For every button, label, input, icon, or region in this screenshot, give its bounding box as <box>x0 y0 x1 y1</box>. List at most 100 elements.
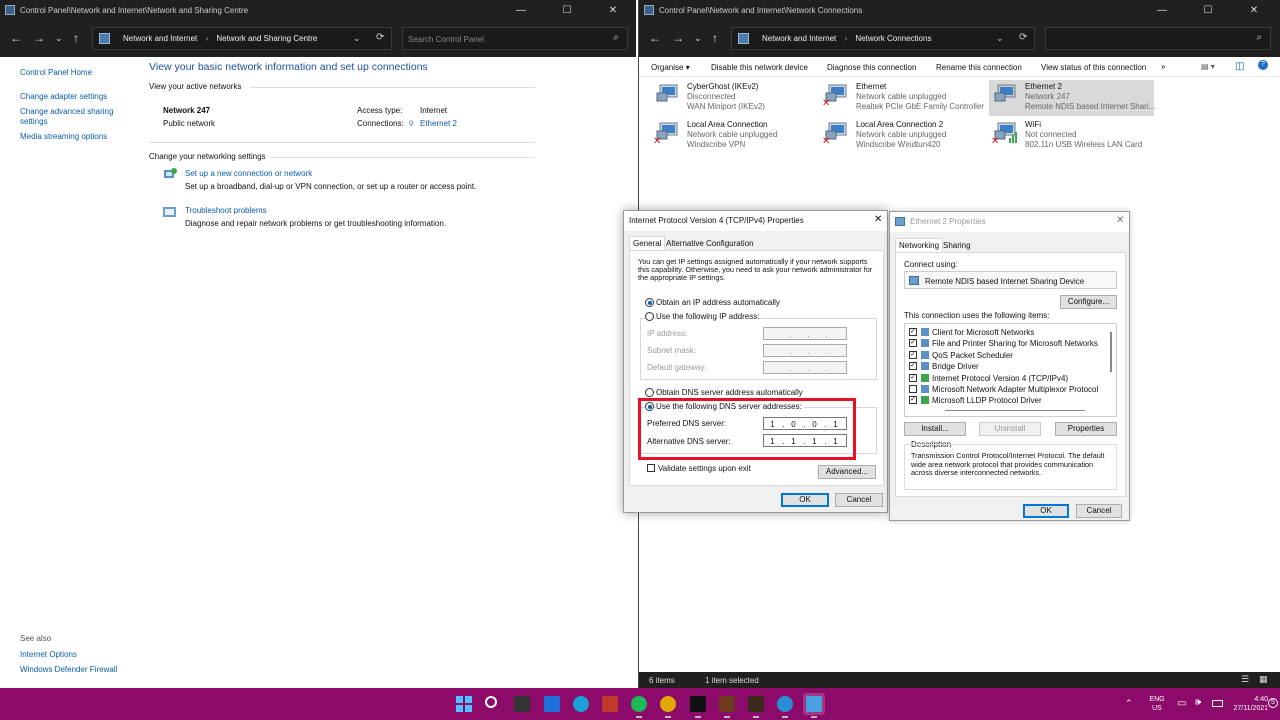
item-checkbox[interactable]: ✓ <box>909 373 917 382</box>
connection-item[interactable]: ✕ Local Area Connection 2 Network cable un… <box>820 118 985 154</box>
list-item[interactable]: ✓ QoS Packet Scheduler <box>908 350 1103 361</box>
validate-checkbox[interactable] <box>647 464 655 472</box>
install-button[interactable]: Install... <box>904 422 966 436</box>
search-icon[interactable]: ⌕ <box>613 32 619 43</box>
forward-icon[interactable]: → <box>33 31 45 45</box>
refresh-icon[interactable]: ⟳ <box>1019 32 1027 43</box>
tab-alternative-configuration[interactable]: Alternative Configuration <box>664 239 756 248</box>
details-view-icon[interactable]: ☰ <box>1241 674 1249 685</box>
preview-pane-icon[interactable]: ◫ <box>1235 61 1244 72</box>
list-item[interactable]: ✓ Internet Protocol Version 4 (TCP/IPv4) <box>908 373 1103 384</box>
minimize-icon[interactable]: — <box>498 0 544 21</box>
connection-item[interactable]: Ethernet 2 Network 247 Remote NDIS based I… <box>989 80 1155 116</box>
title-bar[interactable]: Control Panel\Network and Internet\Netwo… <box>639 0 1280 21</box>
rename-connection-button[interactable]: Rename this connection <box>936 63 1022 72</box>
list-scrollbar[interactable] <box>1110 332 1112 372</box>
close-icon[interactable]: ✕ <box>874 214 882 225</box>
search-box[interactable]: Search Control Panel ⌕ <box>402 27 628 50</box>
search-icon[interactable]: ⌕ <box>1256 32 1262 43</box>
search-icon[interactable] <box>482 693 504 715</box>
validate-label[interactable]: Validate settings upon exit <box>658 464 751 473</box>
organise-menu[interactable]: Organise ▾ <box>651 63 690 72</box>
close-icon[interactable]: ✕ <box>590 0 636 21</box>
connection-ethernet2-link[interactable]: Ethernet 2 <box>420 119 457 128</box>
up-icon[interactable]: ↑ <box>73 31 79 45</box>
advanced-button[interactable]: Advanced... <box>818 465 876 479</box>
icons-view-icon[interactable]: ▦ <box>1259 674 1268 685</box>
more-commands-button[interactable]: » <box>1161 62 1165 71</box>
dialog-title-bar[interactable]: Internet Protocol Version 4 (TCP/IPv4) P… <box>624 211 887 231</box>
network-settings-icon[interactable] <box>803 693 826 718</box>
use-ip-radio[interactable] <box>645 312 654 321</box>
close-icon[interactable]: ✕ <box>1231 0 1277 21</box>
ok-button[interactable]: OK <box>1023 504 1069 518</box>
ok-button[interactable]: OK <box>781 493 829 507</box>
list-item[interactable]: ✓ Bridge Driver <box>908 361 1103 372</box>
address-dropdown-icon[interactable]: ⌄ <box>996 33 1004 44</box>
chrome-icon[interactable] <box>657 693 679 718</box>
connection-item[interactable]: ✕ Ethernet Network cable unplugged Realtek … <box>820 80 985 116</box>
defender-firewall-link[interactable]: Windows Defender Firewall <box>20 665 117 674</box>
forward-icon[interactable]: → <box>672 31 684 45</box>
refresh-icon[interactable]: ⟳ <box>376 32 384 43</box>
volume-icon[interactable]: 🕪 <box>1195 697 1201 708</box>
task-view-icon[interactable] <box>511 693 533 715</box>
show-hidden-icons[interactable]: ⌃ <box>1125 698 1133 709</box>
disable-device-button[interactable]: Disable this network device <box>711 63 808 72</box>
view-options-icon[interactable]: ▤ ▾ <box>1201 62 1215 71</box>
breadcrumb-network-connections[interactable]: Network Connections <box>855 34 931 43</box>
connection-item[interactable]: ✕ WiFi Not connected 802.11n USB Wireless L… <box>989 118 1154 154</box>
search-box[interactable]: ⌕ <box>1045 27 1271 50</box>
tab-sharing[interactable]: Sharing <box>943 241 971 250</box>
tab-general[interactable]: General <box>629 236 666 250</box>
maximize-icon[interactable]: ☐ <box>544 0 590 21</box>
obtain-ip-label[interactable]: Obtain an IP address automatically <box>656 298 780 307</box>
change-adapter-settings-link[interactable]: Change adapter settings <box>20 92 107 101</box>
media-streaming-link[interactable]: Media streaming options <box>20 132 107 141</box>
obtain-dns-label[interactable]: Obtain DNS server address automatically <box>656 388 803 397</box>
item-checkbox[interactable]: ✓ <box>909 350 917 359</box>
game-icon[interactable] <box>716 693 738 718</box>
globe-icon[interactable] <box>774 693 796 718</box>
cancel-button[interactable]: Cancel <box>1076 504 1122 518</box>
minimize-icon[interactable]: — <box>1139 0 1185 21</box>
terminal-icon[interactable] <box>687 693 709 718</box>
address-bar[interactable]: Network and Internet › Network and Shari… <box>92 27 392 50</box>
tab-networking[interactable]: Networking <box>895 238 944 252</box>
list-item[interactable]: ✓ File and Printer Sharing for Microsoft … <box>908 338 1103 349</box>
connection-item[interactable]: CyberGhost (IKEv2) Disconnected WAN Minipo… <box>651 80 816 116</box>
connection-item[interactable]: ✕ Local Area Connection Network cable unpl… <box>651 118 816 154</box>
internet-options-link[interactable]: Internet Options <box>20 650 77 659</box>
address-bar[interactable]: Network and Internet › Network Connectio… <box>731 27 1035 50</box>
search-input[interactable]: Search Control Panel <box>408 35 484 44</box>
recent-dropdown-icon[interactable]: ⌄ <box>694 31 702 45</box>
help-icon[interactable]: ? <box>1258 60 1268 70</box>
item-checkbox[interactable] <box>909 385 917 393</box>
breadcrumb-network-internet[interactable]: Network and Internet <box>762 34 836 43</box>
recent-dropdown-icon[interactable]: ⌄ <box>55 31 63 45</box>
change-advanced-sharing-link[interactable]: Change advanced sharing settings <box>20 107 120 127</box>
list-item[interactable]: ✓ Microsoft LLDP Protocol Driver <box>908 395 1103 406</box>
item-checkbox[interactable]: ✓ <box>909 362 917 371</box>
breadcrumb-network-internet[interactable]: Network and Internet <box>123 34 197 43</box>
item-checkbox[interactable]: ✓ <box>909 328 917 336</box>
setup-connection-link[interactable]: Set up a new connection or network <box>185 169 312 178</box>
game2-icon[interactable] <box>745 693 767 718</box>
address-dropdown-icon[interactable]: ⌄ <box>353 33 361 44</box>
diagnose-connection-button[interactable]: Diagnose this connection <box>827 63 916 72</box>
maximize-icon[interactable]: ☐ <box>1185 0 1231 21</box>
back-icon[interactable]: ← <box>649 31 661 45</box>
list-item[interactable]: Microsoft Network Adapter Multiplexor Pr… <box>908 384 1103 395</box>
cancel-button[interactable]: Cancel <box>835 493 883 507</box>
item-checkbox[interactable]: ✓ <box>909 339 917 348</box>
breadcrumb-sharing-centre[interactable]: Network and Sharing Centre <box>216 34 317 43</box>
up-icon[interactable]: ↑ <box>712 31 718 45</box>
use-ip-label[interactable]: Use the following IP address: <box>656 312 762 321</box>
pinwheel-icon[interactable] <box>599 693 621 715</box>
notification-badge[interactable]: 5 <box>1268 698 1278 708</box>
clock[interactable]: 4:40 27/11/2021 <box>1212 695 1268 713</box>
obtain-dns-radio[interactable] <box>645 388 654 397</box>
obtain-ip-radio[interactable] <box>645 298 654 307</box>
properties-button[interactable]: Properties <box>1055 422 1117 436</box>
spotify-icon[interactable] <box>628 693 650 718</box>
